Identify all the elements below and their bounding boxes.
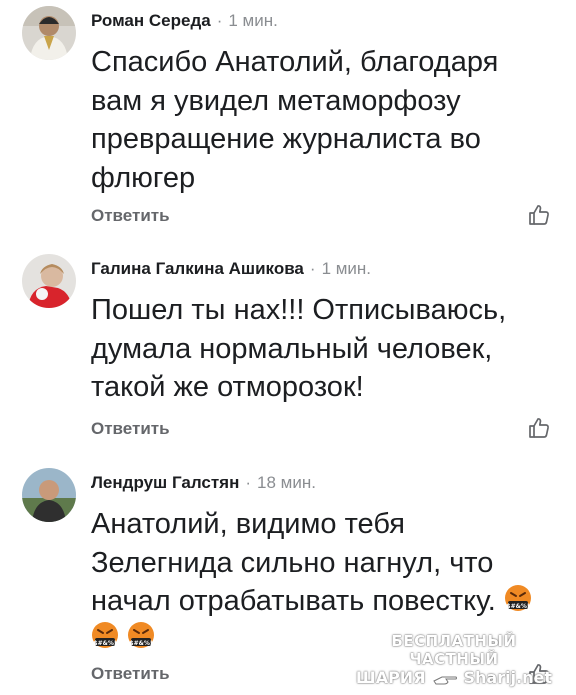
watermark-left: ШАРИЯ: [355, 668, 426, 687]
avatar[interactable]: [22, 254, 76, 308]
author-name[interactable]: Лендруш Галстян: [91, 473, 239, 492]
comment-line: флюгер: [91, 161, 196, 194]
comment-meta: Галина Галкина Ашикова · 1 мин.: [91, 259, 371, 279]
meta-separator: ·: [216, 11, 223, 30]
watermark-right: Sharij.net: [463, 668, 553, 687]
comment-line: Зелегнида сильно нагнул, что: [91, 546, 494, 579]
meta-separator: ·: [245, 473, 252, 492]
author-name[interactable]: Роман Середа: [91, 11, 211, 30]
svg-text:$#&%!: $#&%!: [129, 640, 152, 647]
svg-text:$#&%!: $#&%!: [506, 603, 529, 610]
comment-text: Спасибо Анатолий, благодаря вам я увидел…: [91, 43, 541, 197]
author-name[interactable]: Галина Галкина Ашикова: [91, 259, 304, 278]
watermark-line2: ШАРИЯ Sharij.net: [345, 668, 563, 687]
reply-button[interactable]: Ответить: [91, 206, 170, 226]
svg-text:$#&%!: $#&%!: [93, 640, 116, 647]
pointing-hand-icon: [432, 671, 458, 685]
thumbs-up-outline-icon[interactable]: [527, 416, 551, 440]
thumbs-up-outline-icon[interactable]: [527, 203, 551, 227]
comment-time[interactable]: 18 мин.: [257, 473, 316, 492]
avatar[interactable]: [22, 6, 76, 60]
comment-line: вам я увидел метаморфозу: [91, 84, 461, 117]
comment-line: начал отрабатывать повестку. $#&%!: [91, 582, 561, 621]
watermark-line1: БЕСПЛАТНЫЙ ЧАСТНЫЙ: [391, 632, 517, 668]
face-with-symbols-on-mouth-emoji: $#&%!: [127, 621, 155, 651]
meta-separator: ·: [309, 259, 316, 278]
comment-line: думала нормальный человек,: [91, 332, 493, 365]
reply-button[interactable]: Ответить: [91, 664, 170, 684]
avatar[interactable]: [22, 468, 76, 522]
comment-line-text: начал отрабатывать повестку.: [91, 585, 496, 617]
comment-meta: Роман Середа · 1 мин.: [91, 11, 278, 31]
comment-meta: Лендруш Галстян · 18 мин.: [91, 473, 316, 493]
reply-button[interactable]: Ответить: [91, 419, 170, 439]
comment-time[interactable]: 1 мин.: [322, 259, 371, 278]
comment-line: Анатолий, видимо тебя: [91, 508, 406, 540]
comment-line: превращение журналиста во: [91, 123, 481, 155]
comment-time[interactable]: 1 мин.: [228, 11, 277, 30]
comment-line: Пошел ты нах!!! Отписываюсь,: [91, 294, 507, 326]
face-with-symbols-on-mouth-emoji: $#&%!: [91, 621, 119, 651]
watermark: БЕСПЛАТНЫЙ ЧАСТНЫЙ ШАРИЯ Sharij.net: [345, 632, 563, 687]
comment-line: Спасибо Анатолий, благодаря: [91, 46, 499, 78]
face-with-symbols-on-mouth-emoji: $#&%!: [504, 584, 532, 614]
comment-text: Пошел ты нах!!! Отписываюсь, думала норм…: [91, 291, 541, 407]
comment-line: такой же отморозок!: [91, 371, 364, 403]
